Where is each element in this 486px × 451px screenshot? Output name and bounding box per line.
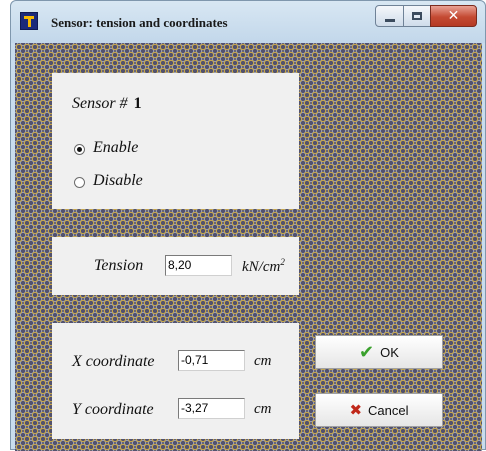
dialog-client-area: Sensor # 1 Enable Disable Tension 8,20 kN… — [15, 43, 482, 451]
maximize-icon — [412, 12, 422, 20]
tension-unit: kN/cm2 — [242, 257, 285, 276]
tension-label: Tension — [94, 257, 144, 274]
minimize-icon — [384, 18, 395, 22]
sensor-label-row: Sensor # 1 — [72, 95, 142, 113]
sensor-panel: Sensor # 1 Enable Disable — [52, 73, 299, 209]
disable-label[interactable]: Disable — [93, 172, 143, 190]
enable-radio[interactable] — [74, 144, 85, 155]
checkmark-icon: ✔ — [359, 341, 375, 363]
close-icon: ✕ — [447, 8, 460, 24]
maximize-button[interactable] — [403, 5, 431, 27]
cancel-button-label: Cancel — [368, 402, 409, 418]
cancel-button[interactable]: ✖ Cancel — [315, 393, 443, 427]
ok-button-label: OK — [380, 344, 399, 360]
coordinates-panel: X coordinate -0,71 cm Y coordinate -3,27… — [52, 323, 299, 439]
cancel-x-icon: ✖ — [349, 401, 363, 419]
disable-radio[interactable] — [74, 177, 85, 188]
app-logo-icon[interactable] — [20, 12, 38, 30]
sensor-number: 1 — [133, 95, 142, 112]
x-coordinate-unit: cm — [254, 353, 272, 369]
x-coordinate-label: X coordinate — [72, 353, 155, 370]
tension-unit-base: kN/cm — [242, 259, 281, 275]
minimize-button[interactable] — [375, 5, 404, 27]
tension-panel: Tension 8,20 kN/cm2 — [52, 237, 299, 295]
sensor-label: Sensor # — [72, 95, 128, 112]
enable-label[interactable]: Enable — [93, 139, 138, 157]
tension-unit-exponent: 2 — [280, 257, 285, 267]
y-coordinate-unit: cm — [254, 401, 272, 417]
title-bar[interactable]: Sensor: tension and coordinates ✕ — [11, 1, 485, 43]
ok-button[interactable]: ✔ OK — [315, 335, 443, 369]
dialog-window: Sensor: tension and coordinates ✕ Sensor… — [10, 0, 486, 451]
y-coordinate-label: Y coordinate — [72, 401, 154, 418]
x-coordinate-input[interactable]: -0,71 — [178, 350, 245, 371]
close-button[interactable]: ✕ — [430, 5, 477, 27]
tension-input[interactable]: 8,20 — [165, 255, 232, 276]
window-title: Sensor: tension and coordinates — [51, 15, 228, 30]
y-coordinate-input[interactable]: -3,27 — [178, 398, 245, 419]
